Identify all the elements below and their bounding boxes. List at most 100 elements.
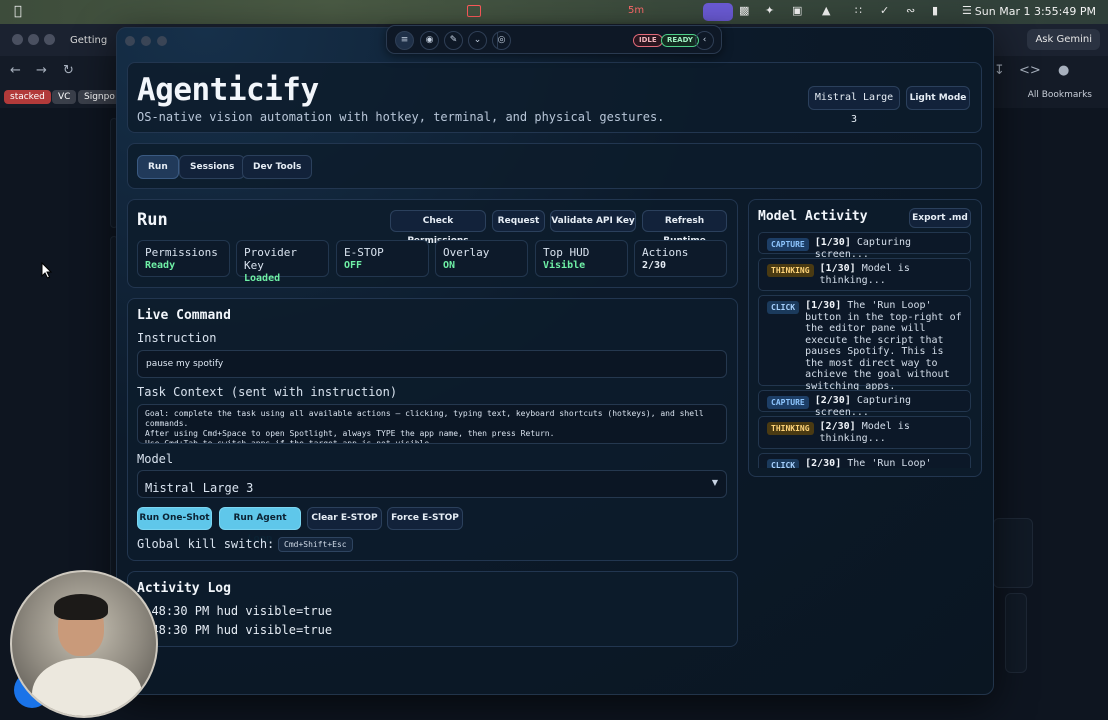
activity-item: CLICK [1/30] The 'Run Loop' button in th… bbox=[758, 295, 971, 392]
check-circle-icon[interactable]: ✓ bbox=[880, 4, 896, 18]
activity-step: [1/30] bbox=[819, 263, 856, 274]
activity-step: [1/30] bbox=[814, 237, 851, 248]
activity-item: THINKING [1/30] Model is thinking... bbox=[758, 258, 971, 291]
stat-label: Provider Key bbox=[244, 246, 297, 272]
apple-icon[interactable]:  bbox=[14, 4, 22, 19]
check-permissions-button[interactable]: Check Permissions bbox=[390, 210, 486, 246]
bookmark-vc[interactable]: VC bbox=[52, 90, 77, 104]
instruction-input[interactable]: pause my spotify bbox=[137, 350, 727, 378]
log-entry: 3:48:30 PM hud visible=true bbox=[137, 623, 333, 637]
code-icon[interactable]: <> bbox=[1019, 63, 1041, 78]
activity-text: [1/30] Capturing screen... bbox=[814, 237, 964, 260]
kill-switch-label: Global kill switch: bbox=[137, 537, 275, 551]
maximize-window-button[interactable] bbox=[44, 34, 55, 45]
task-context-textarea[interactable]: Goal: complete the task using all availa… bbox=[137, 404, 727, 444]
model-select[interactable]: Mistral Large 3 ▼ bbox=[137, 470, 727, 498]
menu-icon[interactable]: ≡ bbox=[395, 31, 414, 50]
activity-item: THINKING [2/30] Model is thinking... bbox=[758, 416, 971, 449]
tab-sessions[interactable]: Sessions bbox=[179, 155, 246, 179]
activity-item: CAPTURE [2/30] Capturing screen... bbox=[758, 390, 971, 418]
stat-label: Top HUD bbox=[543, 246, 590, 259]
pen-icon[interactable]: ✎ bbox=[444, 31, 463, 50]
activity-step: [2/30] bbox=[819, 421, 856, 432]
activity-step: [2/30] bbox=[814, 395, 851, 406]
page-card bbox=[1005, 593, 1027, 673]
stat-top-hud: Top HUD Visible bbox=[535, 240, 628, 277]
stat-label: Overlay bbox=[443, 246, 490, 259]
activity-message: The 'Run Loop' button in the top-right o… bbox=[805, 300, 962, 392]
clear-estop-button[interactable]: Clear E-STOP bbox=[307, 507, 382, 530]
reload-icon[interactable]: ↻ bbox=[63, 63, 74, 78]
run-agent-loop-button[interactable]: Run Agent Loop bbox=[219, 507, 301, 544]
validate-api-key-button[interactable]: Validate API Key bbox=[550, 210, 636, 232]
close-window-button[interactable] bbox=[12, 34, 23, 45]
task-context-text: Goal: complete the task using all availa… bbox=[145, 409, 704, 444]
stat-value: Visible bbox=[543, 260, 586, 271]
forward-icon[interactable]: → bbox=[36, 63, 47, 78]
record-icon[interactable]: ◉ bbox=[420, 31, 439, 50]
run-heading: Run bbox=[137, 210, 168, 230]
capture-tag: CAPTURE bbox=[767, 238, 809, 251]
download-icon[interactable]: ↧ bbox=[994, 63, 1005, 78]
active-app-indicator-icon[interactable] bbox=[703, 3, 733, 21]
window-icon[interactable]: ▣ bbox=[792, 4, 808, 18]
model-badge[interactable]: Mistral Large 3 bbox=[808, 86, 900, 125]
stat-provider-key: Provider Key Loaded bbox=[236, 240, 329, 284]
record-timer: 5m bbox=[628, 5, 645, 16]
stat-value: ON bbox=[443, 260, 456, 271]
ask-gemini-button[interactable]: Ask Gemini bbox=[1027, 29, 1100, 50]
menu-clock[interactable]: Sun Mar 1 3:55:49 PM bbox=[975, 5, 1096, 18]
webcam-body bbox=[32, 658, 142, 716]
warning-icon[interactable]: ▲ bbox=[822, 4, 838, 18]
stat-label: E-STOP bbox=[344, 246, 384, 259]
profile-avatar[interactable]: ● bbox=[1058, 63, 1069, 78]
stat-value: Loaded bbox=[244, 273, 281, 284]
export-md-button[interactable]: Export .md bbox=[909, 208, 971, 228]
sparkle-icon[interactable]: ✦ bbox=[765, 4, 781, 18]
instruction-label: Instruction bbox=[137, 331, 217, 345]
webcam-hair bbox=[54, 594, 108, 620]
activity-text: [2/30] The 'Run Loop' button bbox=[805, 458, 964, 468]
capture-tag: CAPTURE bbox=[767, 396, 809, 409]
light-mode-button[interactable]: Light Mode bbox=[906, 86, 970, 110]
run-one-shot-button[interactable]: Run One-Shot bbox=[137, 507, 212, 530]
minimize-window-button[interactable] bbox=[141, 36, 151, 46]
activity-text: [2/30] Capturing screen... bbox=[814, 395, 964, 418]
close-window-button[interactable] bbox=[125, 36, 135, 46]
activity-text: [1/30] The 'Run Loop' button in the top-… bbox=[805, 300, 964, 392]
activity-text: [2/30] Model is thinking... bbox=[820, 421, 964, 444]
wifi-icon[interactable]: ∾ bbox=[906, 4, 922, 18]
force-estop-button[interactable]: Force E-STOP bbox=[387, 507, 463, 530]
tab-dev-tools[interactable]: Dev Tools bbox=[242, 155, 313, 179]
page-card bbox=[993, 518, 1033, 588]
model-label: Model bbox=[137, 452, 174, 466]
chevron-down-icon[interactable]: ⌄ bbox=[468, 31, 487, 50]
extension-icon[interactable]: ▩ bbox=[739, 4, 755, 18]
back-icon[interactable]: ← bbox=[10, 63, 21, 78]
browser-tab[interactable]: Getting bbox=[64, 29, 113, 53]
thinking-tag: THINKING bbox=[767, 422, 814, 435]
idle-badge: IDLE bbox=[633, 34, 663, 47]
all-bookmarks-link[interactable]: All Bookmarks bbox=[1028, 90, 1092, 100]
mouse-cursor-icon bbox=[41, 262, 53, 279]
tab-run[interactable]: Run bbox=[137, 155, 179, 179]
screen-record-icon[interactable] bbox=[467, 5, 481, 17]
click-tag: CLICK bbox=[767, 301, 800, 314]
activity-item: CLICK [2/30] The 'Run Loop' button bbox=[758, 453, 971, 468]
collapse-chevron-icon[interactable]: ‹ bbox=[695, 31, 714, 50]
request-button[interactable]: Request bbox=[492, 210, 545, 232]
bookmark-stacked[interactable]: stacked bbox=[4, 90, 51, 104]
minimize-window-button[interactable] bbox=[28, 34, 39, 45]
grid-icon[interactable]: ∷ bbox=[855, 4, 871, 18]
maximize-window-button[interactable] bbox=[157, 36, 167, 46]
stat-actions: Actions 2/30 bbox=[634, 240, 727, 277]
battery-icon[interactable]: ▮ bbox=[932, 4, 948, 18]
model-activity-heading: Model Activity bbox=[758, 209, 868, 224]
click-tag: CLICK bbox=[767, 459, 800, 468]
target-icon[interactable]: ◎ bbox=[492, 31, 511, 50]
live-command-heading: Live Command bbox=[137, 308, 231, 323]
webcam-bubble bbox=[10, 570, 158, 718]
refresh-runtime-button[interactable]: Refresh Runtime bbox=[642, 210, 727, 246]
bookmark-signpo[interactable]: Signpo bbox=[78, 90, 121, 104]
top-hud: ≡ ◉ ✎ ⌄ ◎ IDLE READY ‹ bbox=[386, 25, 722, 54]
